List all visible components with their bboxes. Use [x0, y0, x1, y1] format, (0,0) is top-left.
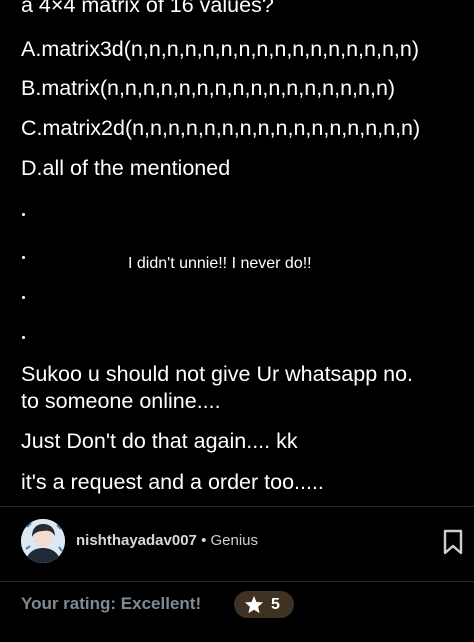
option-d: D.all of the mentioned — [21, 156, 231, 180]
author-username[interactable]: nishthayadav007 — [76, 532, 197, 549]
avatar-image — [21, 519, 65, 563]
bookmark-icon[interactable] — [440, 528, 466, 556]
bullet-dot — [22, 336, 25, 339]
question-tail: a 4×4 matrix of 16 values? — [21, 0, 274, 17]
author-separator: • — [196, 532, 211, 549]
message-line-4: it's a request and a order too..... — [21, 470, 324, 494]
rating-label: Your rating: Excellent! — [21, 594, 202, 613]
option-b: B.matrix(n,n,n,n,n,n,n,n,n,n,n,n,n,n,n,n… — [21, 76, 396, 100]
option-c: C.matrix2d(n,n,n,n,n,n,n,n,n,n,n,n,n,n,n… — [21, 116, 421, 140]
divider — [0, 506, 474, 507]
message-line-1: Sukoo u should not give Ur whatsapp no. — [21, 362, 414, 386]
overlay-caption: I didn't unnie!! I never do!! — [128, 255, 312, 272]
divider — [0, 581, 474, 582]
author-line: nishthayadav007 • Genius — [76, 532, 258, 550]
star-icon — [244, 595, 264, 614]
avatar[interactable] — [21, 519, 65, 563]
bullet-dot — [22, 256, 25, 259]
message-line-3: Just Don't do that again.... kk — [21, 429, 298, 453]
author-level: Genius — [210, 532, 259, 549]
rating-value: 5 — [271, 596, 280, 613]
rating-badge[interactable]: 5 — [234, 591, 294, 618]
bullet-dot — [22, 213, 25, 216]
message-line-2: to someone online.... — [21, 389, 221, 413]
bullet-dot — [22, 296, 25, 299]
option-a: A.matrix3d(n,n,n,n,n,n,n,n,n,n,n,n,n,n,n… — [21, 37, 419, 61]
